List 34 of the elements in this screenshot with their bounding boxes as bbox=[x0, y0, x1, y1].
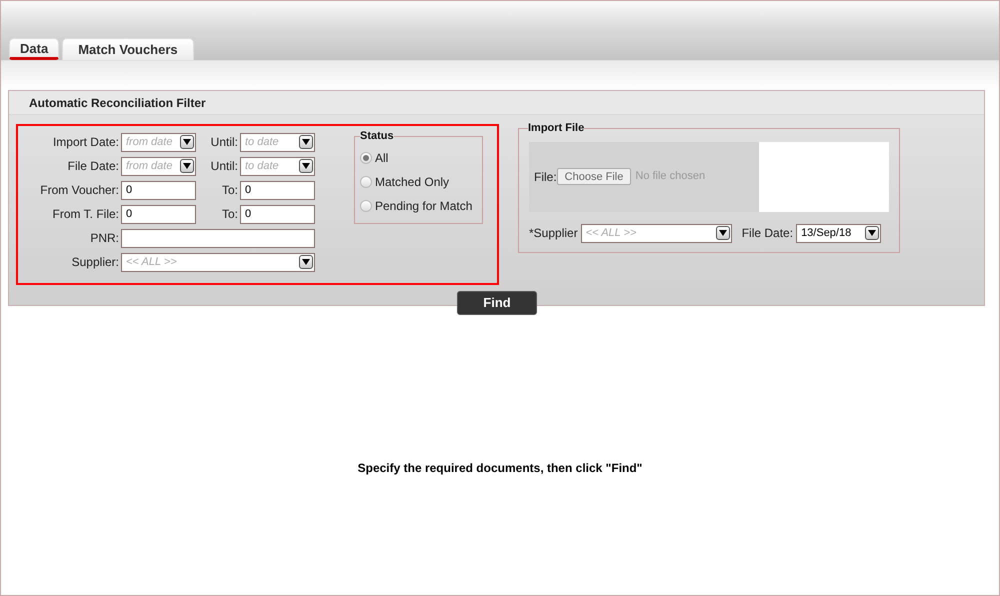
radio-option[interactable]: Matched Only bbox=[360, 172, 477, 190]
radio-option[interactable]: Pending for Match bbox=[360, 196, 477, 214]
field-label: Until: bbox=[210, 158, 239, 175]
field-label: File Date: bbox=[742, 225, 794, 242]
field-label: File Date: bbox=[66, 158, 120, 175]
number-field[interactable]: 0 bbox=[240, 180, 315, 200]
pnr-field[interactable] bbox=[121, 228, 315, 248]
radio-button[interactable] bbox=[360, 152, 372, 164]
field-label: *Supplier bbox=[529, 225, 578, 242]
file-date-dropdown[interactable]: 13/Sep/18 bbox=[796, 224, 882, 242]
instruction-message: Specify the required documents, then click "Find" bbox=[358, 460, 642, 475]
field-label: Import Date: bbox=[52, 134, 120, 151]
tab[interactable]: Match Vouchers bbox=[62, 38, 194, 60]
radio-button[interactable] bbox=[360, 176, 372, 188]
radio-button[interactable] bbox=[360, 200, 372, 212]
field-label: File: bbox=[534, 168, 557, 186]
panel-title: Automatic Reconciliation Filter bbox=[29, 94, 206, 112]
group-title: Import File bbox=[528, 121, 584, 136]
field-label: Until: bbox=[210, 134, 239, 151]
number-field[interactable]: 0 bbox=[240, 204, 315, 224]
choose-file-button[interactable]: Choose File bbox=[556, 168, 632, 185]
field-label: PNR: bbox=[89, 230, 120, 247]
find-button[interactable]: Find bbox=[457, 291, 537, 315]
tab[interactable]: Data bbox=[9, 38, 60, 60]
number-field[interactable]: 0 bbox=[121, 204, 196, 224]
file-status: No file chosen bbox=[635, 169, 706, 184]
field-label: From T. File: bbox=[52, 206, 120, 223]
field-label: From Voucher: bbox=[39, 182, 120, 199]
radio-option[interactable]: All bbox=[360, 148, 477, 166]
field-label: Supplier: bbox=[70, 254, 120, 271]
number-field[interactable]: 0 bbox=[121, 180, 196, 200]
field-label: To: bbox=[220, 206, 239, 223]
field-label: To: bbox=[220, 182, 239, 199]
group-title: Status bbox=[360, 129, 394, 144]
